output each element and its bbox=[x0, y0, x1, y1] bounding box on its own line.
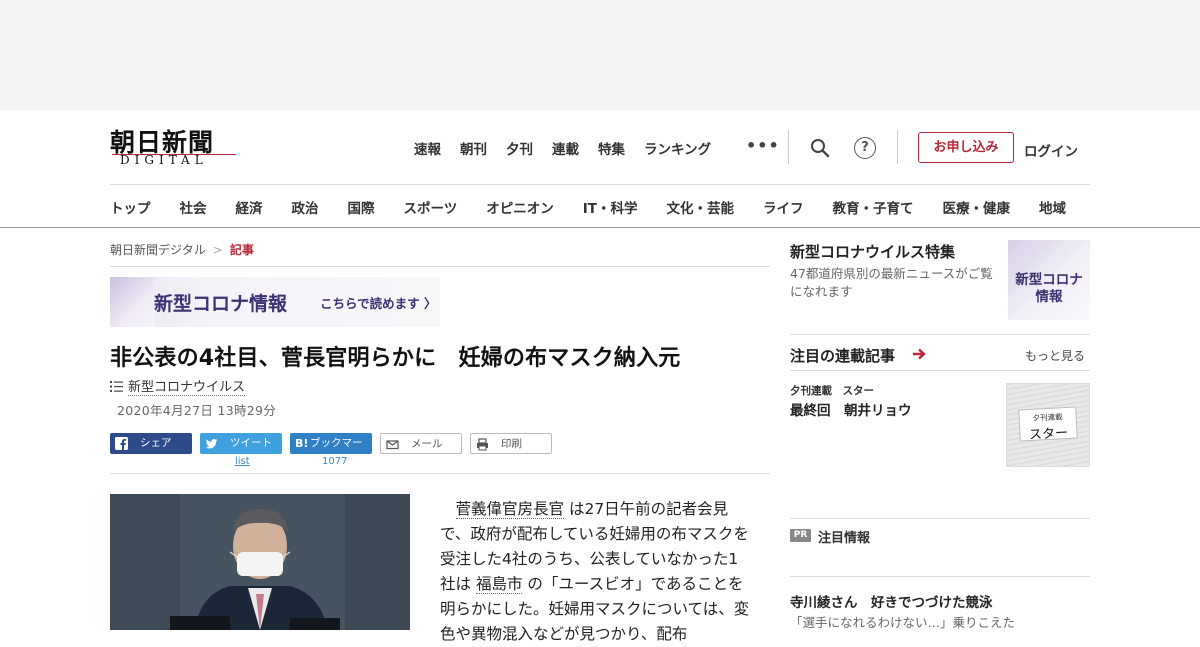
sidebar-divider bbox=[790, 518, 1090, 519]
twitter-icon bbox=[205, 439, 218, 449]
hatena-label: ブックマーク bbox=[310, 437, 363, 470]
sidebar-divider bbox=[790, 576, 1090, 577]
article-date: 2020年4月27日 13時29分 bbox=[117, 403, 277, 418]
corona-feature-desc: 47都道府県別の最新ニュースがご覧になれます bbox=[790, 266, 993, 299]
breadcrumb-separator: > bbox=[212, 243, 223, 257]
cat-it-science[interactable]: IT・科学 bbox=[583, 197, 638, 217]
cat-education[interactable]: 教育・子育て bbox=[832, 197, 913, 217]
category-nav: トップ 社会 経済 政治 国際 スポーツ オピニオン IT・科学 文化・芸能 ラ… bbox=[110, 197, 1095, 217]
nav-ranking[interactable]: ランキング bbox=[644, 138, 711, 158]
mail-share-button[interactable]: メール bbox=[380, 433, 462, 454]
pr-description: 「選手になれるわけない…」乗りこえた bbox=[790, 615, 1016, 630]
list-icon bbox=[110, 381, 123, 392]
mail-icon bbox=[386, 440, 399, 450]
nav-sokuho[interactable]: 速報 bbox=[414, 138, 441, 158]
breadcrumb-home[interactable]: 朝日新聞デジタル bbox=[110, 243, 206, 257]
nav-tokushu[interactable]: 特集 bbox=[598, 138, 625, 158]
cat-local[interactable]: 地域 bbox=[1039, 197, 1066, 217]
printer-icon bbox=[477, 438, 488, 451]
top-nav: 速報 朝刊 夕刊 連載 特集 ランキング bbox=[414, 138, 730, 158]
cat-politics[interactable]: 政治 bbox=[292, 197, 319, 217]
sidebar-divider bbox=[790, 334, 1090, 335]
hatena-icon: B! bbox=[295, 437, 309, 450]
nav-yukan[interactable]: 夕刊 bbox=[506, 138, 533, 158]
breadcrumb-current: 記事 bbox=[229, 243, 254, 257]
topic-link[interactable]: 新型コロナウイルス bbox=[128, 380, 246, 396]
more-menu-icon[interactable]: ••• bbox=[746, 136, 780, 155]
corona-feature-title[interactable]: 新型コロナウイルス特集 bbox=[790, 241, 955, 262]
series-thumbnail[interactable]: 夕刊連載 スター bbox=[1006, 383, 1090, 467]
cat-opinion[interactable]: オピニオン bbox=[486, 197, 554, 217]
pr-badge: PR bbox=[790, 529, 811, 542]
twitter-share-button[interactable]: ツイート bbox=[200, 433, 282, 454]
print-label: 印刷 bbox=[501, 438, 522, 450]
ad-banner-area bbox=[0, 0, 1200, 110]
hatena-bookmark-button[interactable]: B! ブックマーク bbox=[290, 433, 372, 470]
thumb-title: スター bbox=[1028, 425, 1069, 443]
twitter-share-label: ツイート bbox=[230, 437, 272, 449]
facebook-share-label: シェア bbox=[140, 437, 172, 449]
facebook-icon bbox=[115, 437, 128, 450]
nav-choukan[interactable]: 朝刊 bbox=[460, 138, 487, 158]
site-logo[interactable]: 朝日新聞 DIGITAL bbox=[110, 123, 240, 171]
series-article-title[interactable]: 最終回 朝井リョウ bbox=[790, 399, 912, 419]
corona-feature-thumbnail[interactable]: 新型コロナ 情報 bbox=[1008, 240, 1090, 320]
article-topic: 新型コロナウイルス bbox=[110, 376, 246, 396]
pr-section-title: 注目情報 bbox=[818, 531, 871, 546]
cat-economy[interactable]: 経済 bbox=[236, 197, 263, 217]
nav-rensai[interactable]: 連載 bbox=[552, 138, 579, 158]
series-kicker: 夕刊連載 スター bbox=[790, 385, 874, 397]
hatena-bookmark-count: 1077 bbox=[322, 456, 348, 467]
banner-decoration bbox=[110, 277, 155, 327]
cat-international[interactable]: 国際 bbox=[348, 197, 375, 217]
press-conference-photo bbox=[110, 494, 410, 630]
corona-info-banner[interactable]: 新型コロナ情報 こちらで読めます 〉 bbox=[110, 277, 440, 327]
article-photo[interactable] bbox=[110, 494, 410, 630]
banner-title: 新型コロナ情報 bbox=[154, 293, 288, 315]
arrow-right-icon bbox=[913, 348, 926, 360]
login-link[interactable]: ログイン bbox=[1024, 140, 1078, 160]
apply-button[interactable]: お申し込み bbox=[918, 132, 1014, 163]
cat-top[interactable]: トップ bbox=[110, 197, 151, 217]
search-icon[interactable] bbox=[810, 138, 830, 158]
pr-headline[interactable]: 寺川綾さん 好きでつづけた競泳 bbox=[790, 591, 993, 611]
place-link[interactable]: 福島市 bbox=[475, 575, 523, 594]
banner-subtitle: こちらで読めます 〉 bbox=[320, 296, 437, 311]
breadcrumb: 朝日新聞デジタル > 記事 bbox=[110, 241, 254, 258]
series-more-link[interactable]: もっと見る bbox=[1025, 347, 1085, 364]
cat-life[interactable]: ライフ bbox=[763, 197, 804, 217]
facebook-share-button[interactable]: シェア bbox=[110, 433, 192, 454]
series-section-title: 注目の連載記事 bbox=[790, 347, 896, 365]
article-headline: 非公表の4社目、菅長官明らかに 妊婦の布マスク納入元 bbox=[110, 346, 681, 371]
sidebar-divider bbox=[790, 370, 1090, 371]
header-divider bbox=[788, 130, 789, 164]
twitter-share-count[interactable]: list bbox=[235, 456, 250, 467]
mail-label: メール bbox=[411, 438, 443, 450]
article-body: 菅義偉官房長官 は27日午前の記者会見で、政府が配布している妊婦用の布マスクを受… bbox=[440, 497, 750, 647]
thumb-text: 情報 bbox=[1035, 289, 1063, 305]
thumbnail-card: 夕刊連載 スター bbox=[1018, 406, 1078, 443]
person-link[interactable]: 菅義偉官房長官 bbox=[455, 500, 565, 519]
cat-sports[interactable]: スポーツ bbox=[404, 197, 458, 217]
chevron-right-icon: 〉 bbox=[424, 296, 437, 311]
header-divider-line bbox=[110, 184, 1090, 185]
logo-digital: DIGITAL bbox=[120, 153, 208, 167]
share-divider bbox=[110, 473, 770, 474]
print-button[interactable]: 印刷 bbox=[470, 433, 552, 454]
header-divider bbox=[897, 130, 898, 164]
breadcrumb-divider bbox=[110, 266, 770, 267]
cat-health[interactable]: 医療・健康 bbox=[942, 197, 1010, 217]
cat-society[interactable]: 社会 bbox=[180, 197, 207, 217]
help-icon[interactable]: ? bbox=[854, 137, 876, 159]
cat-culture[interactable]: 文化・芸能 bbox=[666, 197, 734, 217]
